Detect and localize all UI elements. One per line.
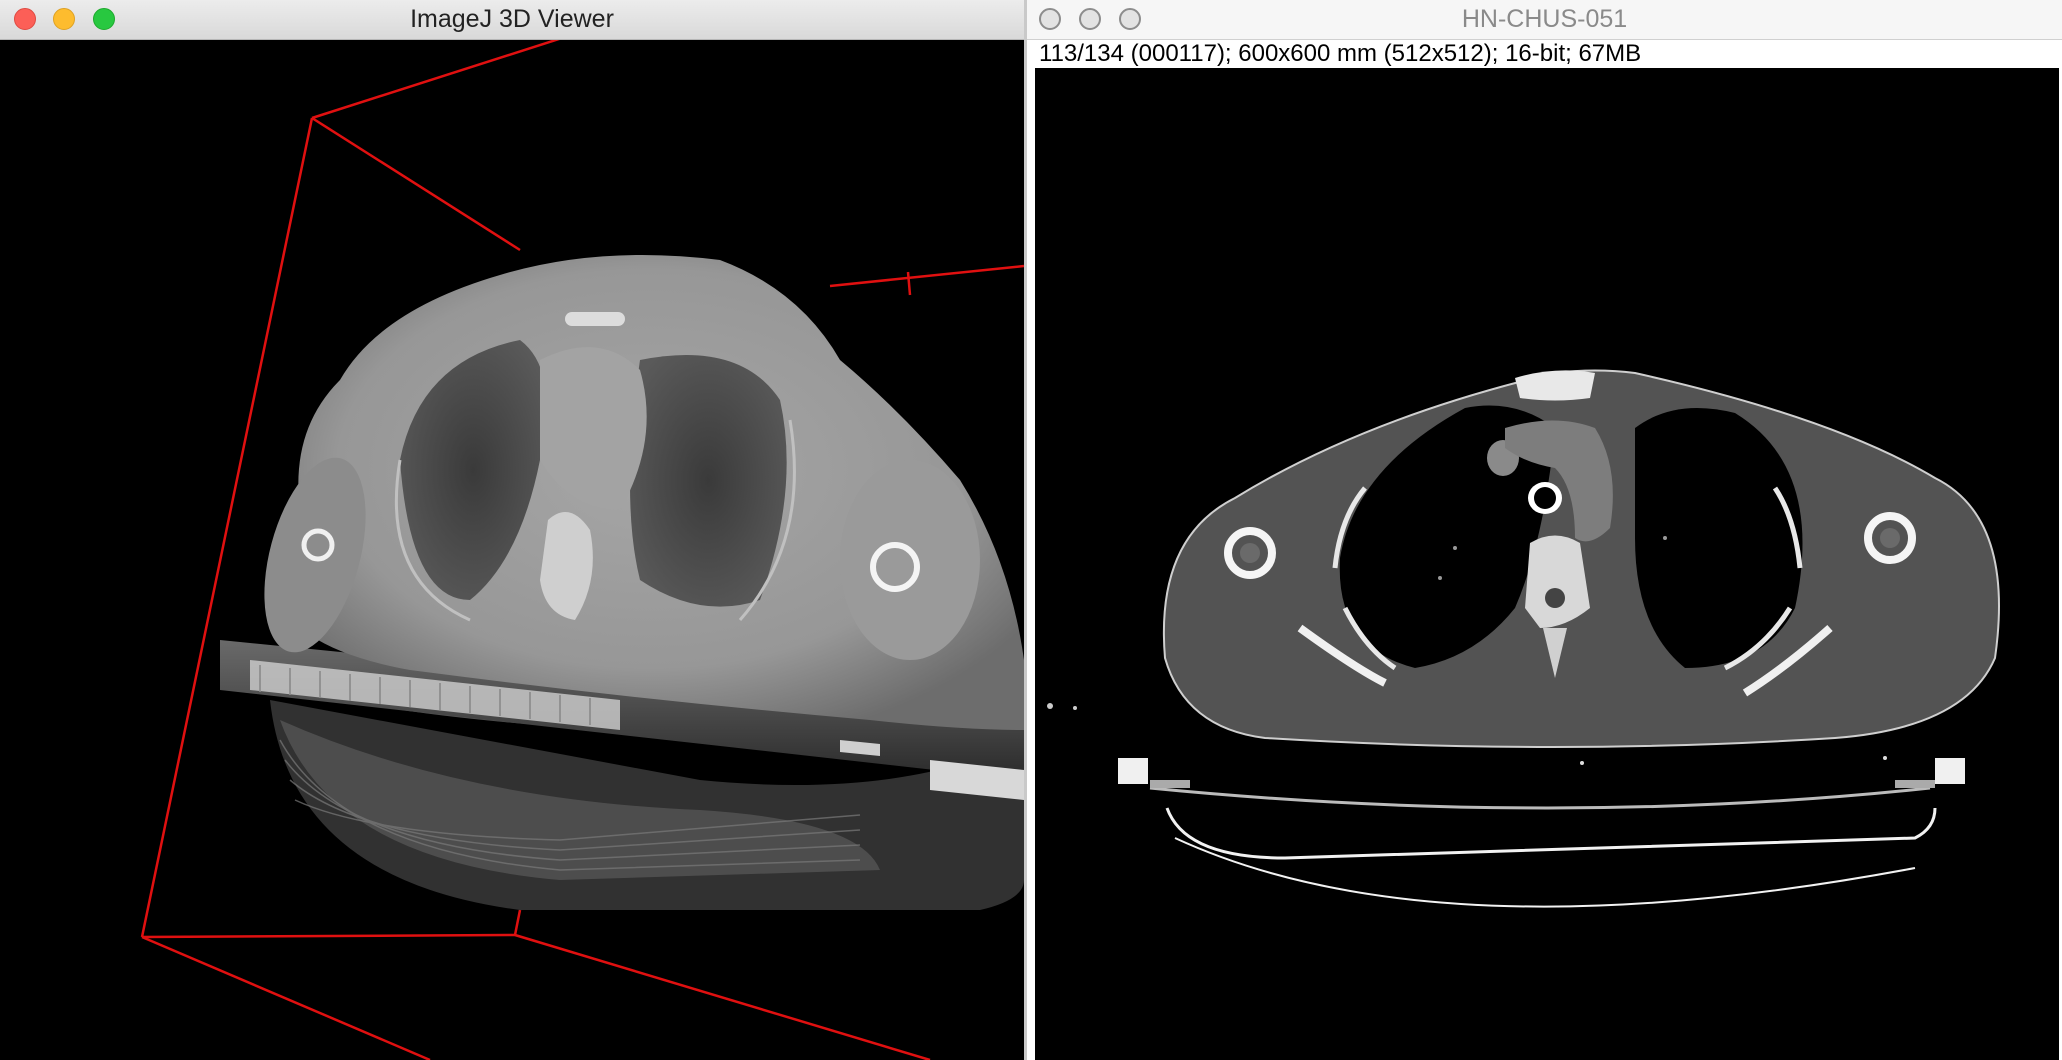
- stack-info-bar: 113/134 (000117); 600x600 mm (512x512); …: [1039, 40, 1642, 67]
- volume-rendering[interactable]: [0, 40, 1024, 1060]
- ct-slice-canvas[interactable]: [1035, 68, 2059, 1060]
- ct-slice-image[interactable]: [1035, 68, 2059, 1060]
- image-stack-titlebar[interactable]: HN-CHUS-051: [1027, 0, 2062, 40]
- viewer-3d-window: ImageJ 3D Viewer: [0, 0, 1024, 1060]
- viewer-3d-titlebar[interactable]: ImageJ 3D Viewer: [0, 0, 1024, 40]
- ct-table-slice: [1118, 756, 1965, 908]
- viewer-3d-canvas[interactable]: [0, 40, 1024, 1060]
- window-title: ImageJ 3D Viewer: [410, 5, 614, 33]
- window-title: HN-CHUS-051: [1461, 5, 1628, 33]
- image-stack-window: HN-CHUS-051 113/134 (000117); 600x600 mm…: [1024, 0, 2062, 1060]
